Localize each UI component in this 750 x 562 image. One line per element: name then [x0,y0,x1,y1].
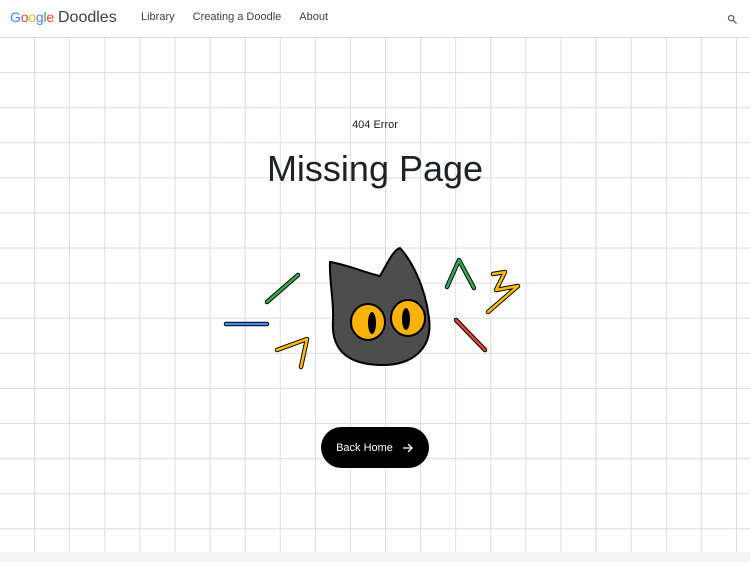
nav-item-library[interactable]: Library [141,11,175,23]
error-code: 404 Error [352,119,398,131]
google-doodles-logo[interactable]: G o o g l e Doodles [10,9,117,29]
logo-letter: o [28,9,36,25]
search-icon [727,14,737,24]
search-button[interactable] [723,10,741,28]
footer-strip [0,552,750,562]
google-wordmark: G o o g l e [10,9,54,25]
logo-letter: o [20,9,29,25]
site-header: G o o g l e Doodles Library Creating a D… [0,0,750,37]
surprised-cat-illustration [223,246,521,370]
page-title: Missing Page [266,148,484,189]
nav-item-creating-a-doodle[interactable]: Creating a Doodle [193,11,282,23]
arrow-right-icon [402,442,414,454]
nav-item-about[interactable]: About [299,11,328,23]
logo-letter: e [46,9,54,25]
main-nav: Library Creating a Doodle About [141,11,328,23]
logo-letter: g [35,9,44,25]
back-home-button[interactable]: Back Home [321,427,429,468]
logo-letter: G [10,9,21,25]
logo-product-name: Doodles [58,9,117,26]
back-home-label: Back Home [336,441,393,454]
